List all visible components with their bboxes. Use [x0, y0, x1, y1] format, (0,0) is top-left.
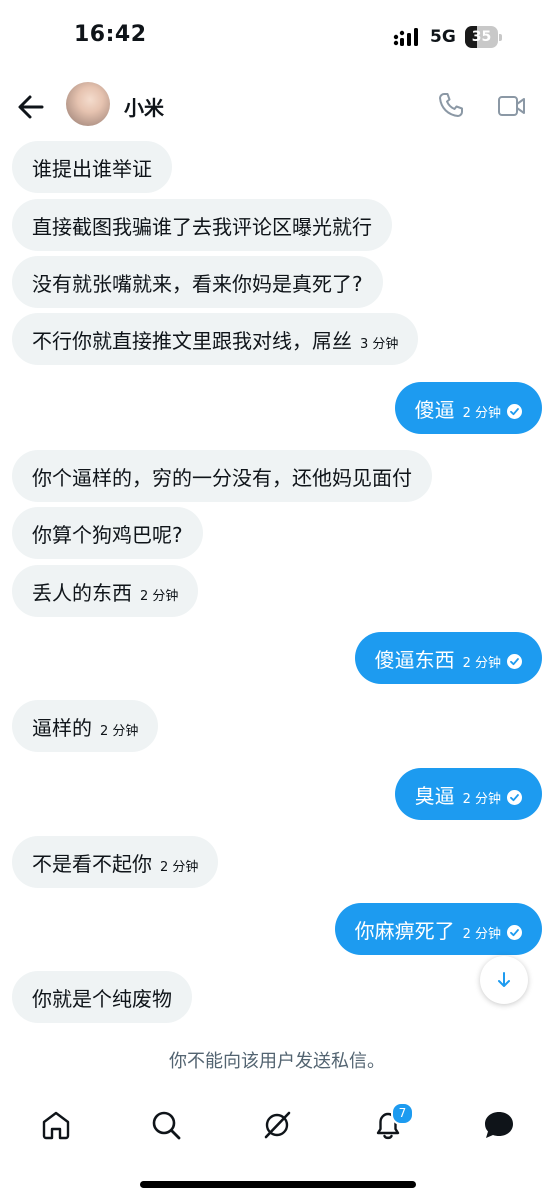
- video-camera-icon[interactable]: [497, 93, 527, 119]
- message-time: 2 分钟: [462, 405, 501, 421]
- search-icon: [152, 1111, 181, 1140]
- message-time: 3 分钟: [360, 336, 399, 352]
- message-time: 2 分钟: [462, 926, 501, 942]
- message-text: 不是看不起你: [32, 851, 152, 876]
- message-time: 2 分钟: [462, 655, 501, 671]
- message-bubble[interactable]: 你算个狗鸡巴呢?: [12, 507, 203, 559]
- signal-icon: [393, 28, 418, 46]
- message-bubble[interactable]: 不是看不起你 2 分钟: [12, 836, 219, 888]
- contact-name[interactable]: 小米: [124, 92, 164, 121]
- message-bubble[interactable]: 丢人的东西 2 分钟: [12, 565, 199, 617]
- read-check-icon: [507, 403, 522, 419]
- network-type: 5G: [430, 27, 456, 47]
- battery-level: 35: [471, 29, 492, 45]
- status-bar: 16:42 5G 35: [0, 0, 554, 74]
- message-text: 谁提出谁举证: [32, 156, 152, 181]
- message-bubble[interactable]: 谁提出谁举证: [12, 141, 172, 193]
- message-text: 你算个狗鸡巴呢?: [32, 522, 183, 547]
- message-bubble[interactable]: 直接截图我骗谁了去我评论区曝光就行: [12, 199, 392, 251]
- message-text: 傻逼: [414, 397, 455, 422]
- message-text: 傻逼东西: [374, 647, 455, 672]
- message-time: 2 分钟: [160, 859, 199, 875]
- message-time: 2 分钟: [100, 723, 139, 739]
- message-text: 没有就张嘴就来，看来你妈是真死了?: [32, 271, 363, 296]
- message-text: 逼样的: [32, 715, 92, 740]
- message-time: 2 分钟: [140, 588, 179, 604]
- message-bubble[interactable]: 你个逼样的，穷的一分没有，还他妈见面付: [12, 450, 432, 502]
- messages-icon: [485, 1112, 513, 1138]
- message-bubble[interactable]: 傻逼 2 分钟: [394, 382, 542, 434]
- message-bubble[interactable]: 你就是个纯废物: [12, 971, 192, 1023]
- read-check-icon: [507, 789, 522, 805]
- message-text: 你麻痹死了: [354, 918, 455, 943]
- arrow-down-icon: [498, 972, 510, 987]
- read-check-icon: [507, 924, 522, 940]
- message-text: 你个逼样的，穷的一分没有，还他妈见面付: [32, 465, 412, 490]
- notification-badge: 7: [391, 1102, 414, 1125]
- nav-search[interactable]: [149, 1108, 183, 1142]
- grok-icon: [264, 1111, 291, 1139]
- message-bubble[interactable]: 臭逼 2 分钟: [394, 768, 542, 820]
- message-text: 直接截图我骗谁了去我评论区曝光就行: [32, 214, 372, 239]
- avatar[interactable]: [66, 82, 110, 126]
- status-time: 16:42: [74, 22, 147, 47]
- dm-disabled-notice: 你不能向该用户发送私信。: [169, 1051, 385, 1072]
- message-text: 臭逼: [414, 783, 455, 808]
- bottom-nav: 7: [0, 1096, 554, 1156]
- phone-icon[interactable]: [437, 91, 465, 119]
- conversation-header: 小米: [0, 74, 554, 138]
- message-text: 你就是个纯废物: [32, 986, 172, 1011]
- nav-messages[interactable]: [482, 1108, 516, 1142]
- nav-grok[interactable]: [260, 1108, 294, 1142]
- read-check-icon: [507, 653, 522, 669]
- nav-home[interactable]: [39, 1108, 73, 1142]
- message-bubble[interactable]: 你麻痹死了 2 分钟: [334, 903, 542, 955]
- message-time: 2 分钟: [462, 791, 501, 807]
- message-text: 丢人的东西: [32, 580, 132, 605]
- nav-notifications[interactable]: 7: [371, 1102, 414, 1142]
- message-bubble[interactable]: 傻逼东西 2 分钟: [354, 632, 542, 684]
- message-bubble[interactable]: 逼样的 2 分钟: [12, 700, 159, 752]
- message-text: 不行你就直接推文里跟我对线，屌丝: [32, 328, 352, 353]
- home-icon: [42, 1111, 70, 1140]
- message-bubble[interactable]: 不行你就直接推文里跟我对线，屌丝 3 分钟: [12, 313, 419, 365]
- scroll-to-bottom-button[interactable]: [480, 956, 528, 1004]
- message-bubble[interactable]: 没有就张嘴就来，看来你妈是真死了?: [12, 256, 383, 308]
- battery-icon: 35: [465, 26, 502, 48]
- back-arrow-icon[interactable]: [14, 90, 48, 124]
- home-indicator: [140, 1181, 416, 1188]
